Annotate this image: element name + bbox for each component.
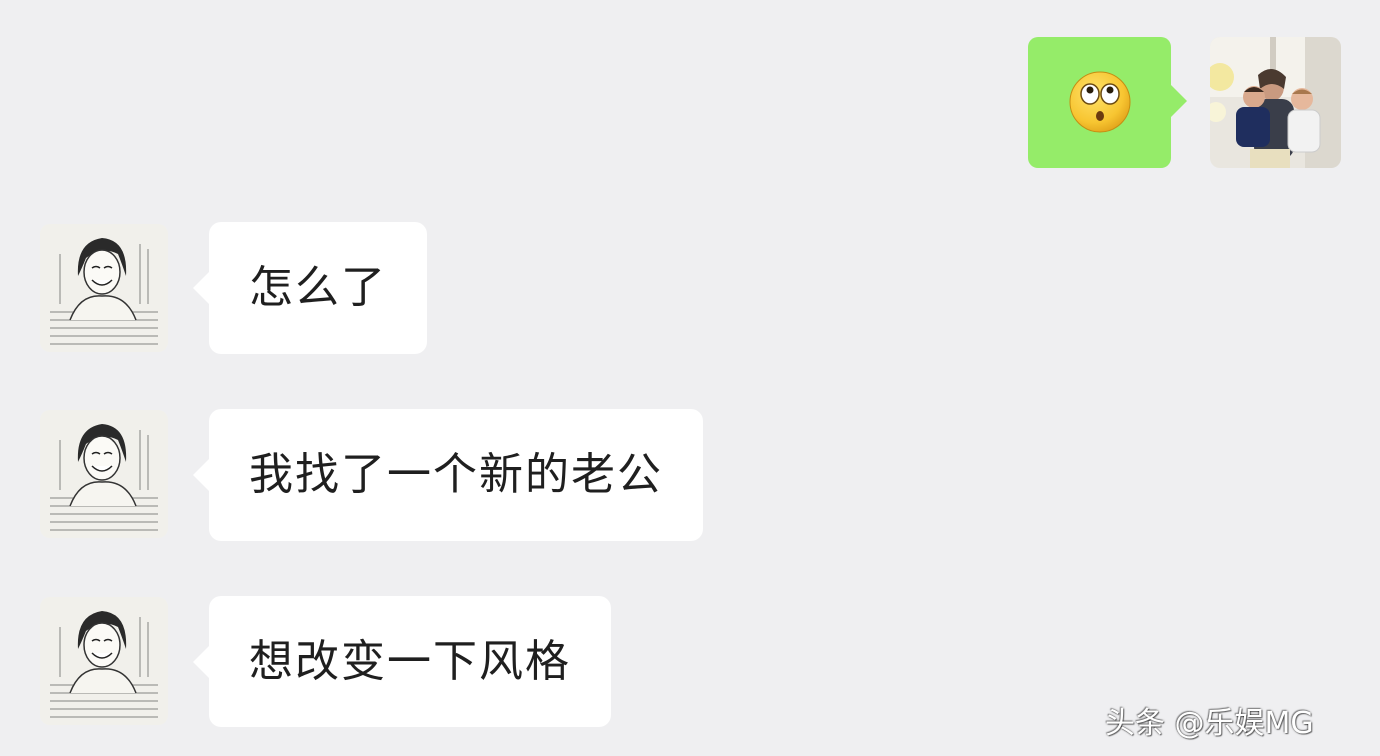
family-photo-avatar[interactable] [1210, 37, 1341, 168]
incoming-message-bubble[interactable]: 我找了一个新的老公 [193, 409, 703, 541]
sketch-portrait-image [40, 224, 168, 352]
sketch-portrait-image [40, 410, 168, 538]
outgoing-emoji-bubble[interactable] [1028, 37, 1187, 168]
sketch-portrait-avatar[interactable] [40, 224, 168, 352]
incoming-message-bubble[interactable]: 怎么了 [193, 222, 427, 354]
incoming-message-bubble[interactable]: 想改变一下风格 [193, 596, 611, 727]
sketch-portrait-image [40, 597, 168, 725]
sketch-portrait-avatar[interactable] [40, 597, 168, 725]
family-photo-image [1210, 37, 1341, 168]
message-text: 怎么了 [249, 262, 387, 313]
sketch-portrait-avatar[interactable] [40, 410, 168, 538]
message-text: 我找了一个新的老公 [249, 449, 663, 500]
watermark-label: 头条 @乐娱MG [1105, 706, 1314, 741]
flushed-face-emoji-icon [1069, 71, 1131, 133]
message-text: 想改变一下风格 [249, 635, 571, 687]
